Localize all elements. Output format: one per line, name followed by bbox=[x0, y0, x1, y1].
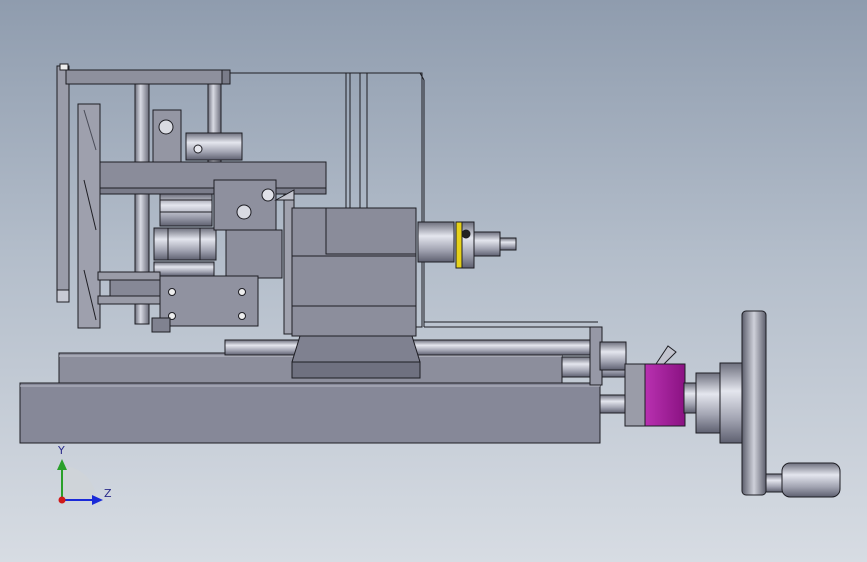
z-axis-label: Z bbox=[104, 487, 112, 500]
y-axis-label: Y bbox=[57, 444, 65, 457]
graphics-viewport[interactable]: Y Z bbox=[0, 0, 867, 562]
y-axis-arrow bbox=[57, 459, 67, 470]
orientation-triad: Y Z bbox=[57, 444, 112, 505]
z-axis-arrow bbox=[92, 495, 103, 505]
triad-quadrant bbox=[62, 466, 96, 500]
x-axis-dot bbox=[58, 496, 66, 504]
